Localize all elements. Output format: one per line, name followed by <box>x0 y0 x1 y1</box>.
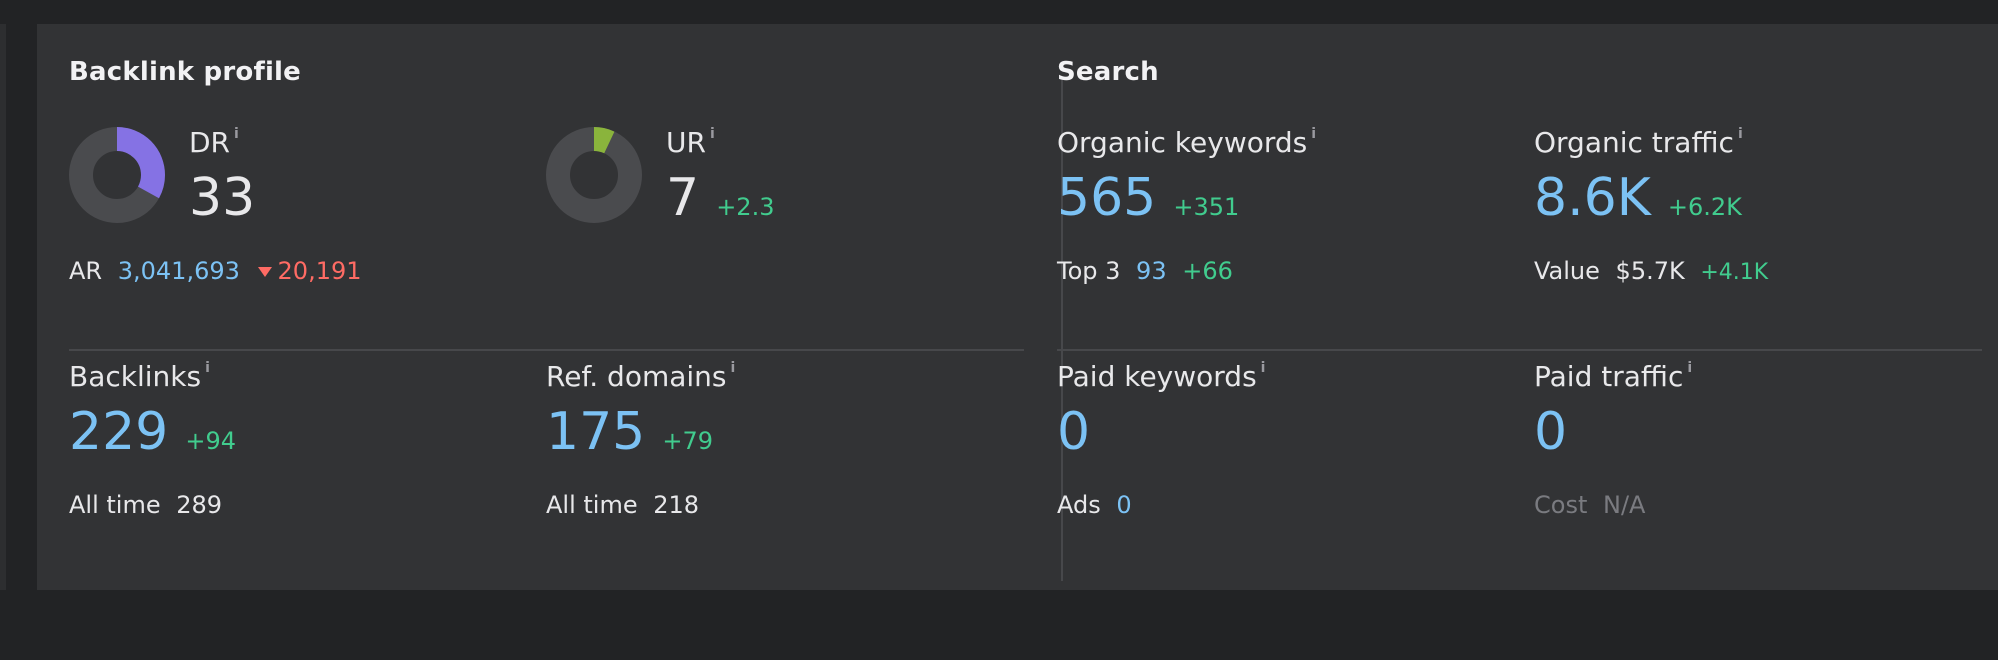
paid-keywords-value[interactable]: 0 <box>1057 406 1090 458</box>
organic-traffic-delta: +6.2K <box>1667 193 1742 221</box>
ref-domains-delta: +79 <box>662 427 714 455</box>
backlinks-metric[interactable]: Backlinks i <box>69 360 210 393</box>
ur-value: 7 <box>666 168 700 228</box>
backlinks-all-time-label: All time <box>69 491 161 519</box>
cost-label: Cost <box>1534 491 1588 519</box>
backlinks-label: Backlinks <box>69 360 202 393</box>
traffic-value-delta: +4.1K <box>1700 260 1769 285</box>
top3-delta: +66 <box>1182 257 1233 285</box>
organic-keywords-value-row: 565 +351 <box>1057 172 1239 224</box>
ref-domains-value[interactable]: 175 <box>546 402 645 462</box>
organic-traffic-value-row-sub: Value $5.7K +4.1K <box>1534 257 1768 285</box>
ur-donut-track <box>546 127 642 223</box>
ads-value[interactable]: 0 <box>1116 491 1131 519</box>
organic-keywords-label: Organic keywords <box>1057 126 1308 159</box>
ar-row: AR 3,041,693 20,191 <box>69 257 362 285</box>
backlinks-delta: +94 <box>185 427 237 455</box>
ur-value-row: 7 +2.3 <box>666 172 774 224</box>
ref-domains-value-row: 175 +79 <box>546 406 713 458</box>
organic-keywords-top3: Top 3 93 +66 <box>1057 257 1233 285</box>
search-divider <box>1057 349 1982 351</box>
ur-info-icon[interactable]: i <box>710 126 715 142</box>
cost-value: N/A <box>1603 491 1646 519</box>
organic-traffic-metric[interactable]: Organic traffic i <box>1534 126 1743 159</box>
ur-donut-chart <box>546 127 642 223</box>
dr-value: 33 <box>189 168 256 228</box>
dr-metric[interactable]: DR i <box>189 126 239 159</box>
backlinks-value-row: 229 +94 <box>69 406 236 458</box>
overview-panel: Backlink profile DR i 33 AR 3,041,693 20,… <box>37 24 1998 590</box>
paid-traffic-cost: Cost N/A <box>1534 491 1645 519</box>
paid-traffic-info-icon[interactable]: i <box>1687 360 1692 376</box>
traffic-value-amount: $5.7K <box>1615 257 1685 285</box>
organic-keywords-metric[interactable]: Organic keywords i <box>1057 126 1316 159</box>
backlinks-all-time-value: 289 <box>176 491 223 519</box>
ur-delta: +2.3 <box>716 193 775 221</box>
ads-label: Ads <box>1057 491 1101 519</box>
organic-traffic-info-icon[interactable]: i <box>1738 126 1743 142</box>
backlinks-value[interactable]: 229 <box>69 402 168 462</box>
dr-donut-chart <box>69 127 165 223</box>
backlinks-info-icon[interactable]: i <box>205 360 210 376</box>
paid-traffic-label: Paid traffic <box>1534 360 1684 393</box>
paid-keywords-ads: Ads 0 <box>1057 491 1132 519</box>
side-panel-edge <box>0 24 6 590</box>
ref-domains-metric[interactable]: Ref. domains i <box>546 360 735 393</box>
organic-traffic-value-row: 8.6K +6.2K <box>1534 172 1742 224</box>
paid-traffic-value[interactable]: 0 <box>1534 406 1567 458</box>
organic-keywords-delta: +351 <box>1173 193 1240 221</box>
ur-metric[interactable]: UR i <box>666 126 715 159</box>
backlink-divider <box>69 349 1024 351</box>
traffic-value-label: Value <box>1534 257 1600 285</box>
organic-traffic-label: Organic traffic <box>1534 126 1734 159</box>
paid-keywords-metric[interactable]: Paid keywords i <box>1057 360 1265 393</box>
ar-delta: 20,191 <box>257 257 362 285</box>
ref-domains-label: Ref. domains <box>546 360 727 393</box>
backlink-profile-title: Backlink profile <box>69 57 302 87</box>
search-title: Search <box>1057 57 1159 87</box>
top3-value[interactable]: 93 <box>1136 257 1167 285</box>
paid-keywords-label: Paid keywords <box>1057 360 1257 393</box>
down-triangle-icon <box>257 267 272 277</box>
organic-traffic-value[interactable]: 8.6K <box>1534 168 1651 228</box>
dr-label: DR <box>189 126 231 159</box>
organic-keywords-info-icon[interactable]: i <box>1311 126 1316 142</box>
paid-keywords-info-icon[interactable]: i <box>1261 360 1266 376</box>
dr-info-icon[interactable]: i <box>234 126 239 142</box>
top3-label: Top 3 <box>1057 257 1121 285</box>
organic-keywords-value[interactable]: 565 <box>1057 168 1156 228</box>
ar-delta-value: 20,191 <box>277 257 362 285</box>
ref-domains-all-time: All time 218 <box>546 491 699 519</box>
ref-domains-all-time-value: 218 <box>653 491 700 519</box>
paid-traffic-metric[interactable]: Paid traffic i <box>1534 360 1692 393</box>
ref-domains-all-time-label: All time <box>546 491 638 519</box>
ref-domains-info-icon[interactable]: i <box>731 360 736 376</box>
ur-label: UR <box>666 126 706 159</box>
ar-value[interactable]: 3,041,693 <box>118 257 240 285</box>
ar-label: AR <box>69 257 103 285</box>
backlinks-all-time: All time 289 <box>69 491 222 519</box>
